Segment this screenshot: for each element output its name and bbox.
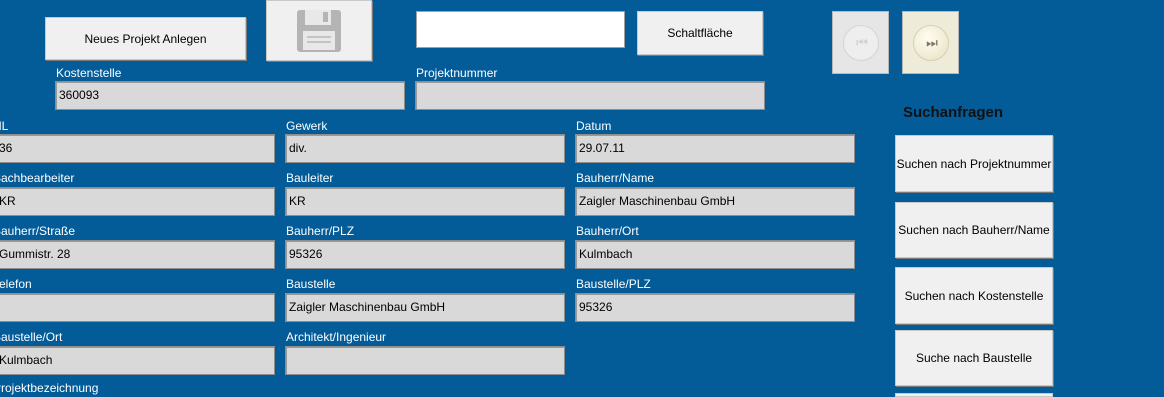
new-project-button[interactable]: Neues Projekt Anlegen bbox=[45, 17, 246, 60]
floppy-disk-icon bbox=[297, 9, 341, 52]
schaltflaeche-button[interactable]: Schaltfläche bbox=[637, 11, 763, 55]
bauleiter-field[interactable]: KR bbox=[285, 187, 565, 216]
datum-label: Datum bbox=[576, 119, 612, 133]
datum-field[interactable]: 29.07.11 bbox=[575, 134, 855, 163]
gewerk-label: Gewerk bbox=[286, 119, 328, 133]
bauherr-strasse-field[interactable]: Gummistr. 28 bbox=[0, 240, 275, 269]
skip-back-icon: ⏮ bbox=[842, 24, 879, 61]
bauleiter-label: Bauleiter bbox=[286, 171, 334, 185]
projektbezeichnung-label: Projektbezeichnung bbox=[0, 381, 99, 395]
baustelle-label: Baustelle bbox=[286, 277, 336, 291]
search-input[interactable] bbox=[416, 11, 625, 48]
telefon-field[interactable] bbox=[0, 293, 275, 322]
previous-record-button[interactable]: ⏮ bbox=[832, 11, 889, 74]
architekt-label: Architekt/Ingenieur bbox=[286, 330, 387, 344]
bauherr-name-field[interactable]: Zaigler Maschinenbau GmbH bbox=[575, 187, 855, 216]
search-kostenstelle-button[interactable]: Suchen nach Kostenstelle bbox=[895, 267, 1053, 324]
bauherr-ort-field[interactable]: Kulmbach bbox=[575, 240, 855, 269]
kostenstelle-field[interactable]: 360093 bbox=[55, 81, 405, 110]
next-record-button[interactable]: ⏭ bbox=[902, 11, 959, 74]
bauherr-ort-label: Bauherr/Ort bbox=[576, 224, 639, 238]
gewerk-field[interactable]: div. bbox=[285, 134, 565, 163]
bauherr-name-label: Bauherr/Name bbox=[576, 171, 655, 185]
save-button[interactable] bbox=[266, 0, 372, 61]
baustelle-ort-field[interactable]: Kulmbach bbox=[0, 346, 275, 375]
projektnummer-label: Projektnummer bbox=[416, 66, 498, 80]
search-projektnummer-button[interactable]: Suchen nach Projektnummer bbox=[895, 135, 1053, 192]
baustelle-plz-field[interactable]: 95326 bbox=[575, 293, 855, 322]
search-baustelle-button[interactable]: Suche nach Baustelle bbox=[895, 330, 1053, 386]
nl-field[interactable]: 36 bbox=[0, 134, 275, 163]
skip-forward-icon: ⏭ bbox=[912, 24, 949, 61]
baustelle-field[interactable]: Zaigler Maschinenbau GmbH bbox=[285, 293, 565, 322]
search-bauherr-name-button[interactable]: Suchen nach Bauherr/Name bbox=[895, 202, 1053, 258]
architekt-field[interactable] bbox=[285, 346, 565, 375]
telefon-label: Telefon bbox=[0, 277, 32, 291]
bauherr-strasse-label: Bauherr/Straße bbox=[0, 224, 76, 238]
kostenstelle-label: Kostenstelle bbox=[56, 66, 122, 80]
bauherr-plz-label: Bauherr/PLZ bbox=[286, 224, 355, 238]
nl-label: NL bbox=[0, 119, 9, 133]
projektnummer-field[interactable] bbox=[415, 81, 765, 110]
sachbearbeiter-field[interactable]: KR bbox=[0, 187, 275, 216]
sachbearbeiter-label: Sachbearbeiter bbox=[0, 171, 75, 185]
bauherr-plz-field[interactable]: 95326 bbox=[285, 240, 565, 269]
baustelle-ort-label: Baustelle/Ort bbox=[0, 330, 63, 344]
search-more-button[interactable] bbox=[895, 393, 1053, 397]
baustelle-plz-label: Baustelle/PLZ bbox=[576, 277, 651, 291]
search-panel-title: Suchanfragen bbox=[903, 104, 1004, 121]
